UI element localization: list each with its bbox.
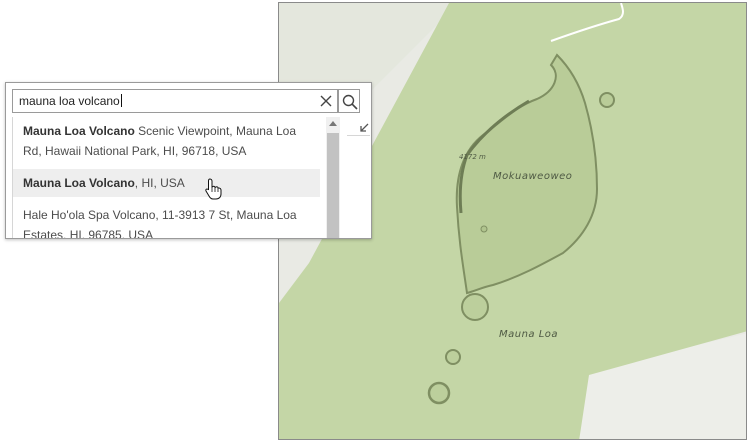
suggestion-text: Hale Ho'ola Spa Volcano, 11-3913 7 St, M… bbox=[23, 208, 297, 222]
scrollbar[interactable] bbox=[326, 117, 340, 238]
text-caret bbox=[120, 94, 122, 107]
hand-pointer-icon bbox=[205, 178, 222, 200]
suggestion-match: Mauna Loa Volcano bbox=[23, 176, 135, 190]
scroll-up-arrow-icon[interactable] bbox=[329, 121, 337, 126]
elevation-label: 4172 m bbox=[459, 153, 486, 161]
suggestion-text: Scenic Viewpoint, Mauna Loa bbox=[134, 124, 297, 138]
search-widget: mauna loa volcano Mauna Loa Volcano Scen… bbox=[5, 82, 372, 239]
clear-button[interactable] bbox=[317, 92, 335, 110]
suggestion-item[interactable]: Hale Ho'ola Spa Volcano, 11-3913 7 St, M… bbox=[13, 201, 320, 238]
pit-crater bbox=[445, 349, 461, 365]
pit-crater bbox=[427, 381, 451, 405]
pit-crater bbox=[480, 225, 488, 233]
pit-crater bbox=[461, 293, 489, 321]
expand-arrow-icon bbox=[360, 123, 369, 132]
suggestion-text: Rd, Hawaii National Park, HI, 96718, USA bbox=[23, 144, 247, 158]
suggestions-list: Mauna Loa Volcano Scenic Viewpoint, Maun… bbox=[12, 117, 341, 238]
suggestion-item[interactable]: Mauna Loa Volcano Scenic Viewpoint, Maun… bbox=[13, 117, 320, 165]
search-button[interactable] bbox=[338, 89, 360, 113]
divider bbox=[347, 135, 370, 136]
suggestion-text: Estates, HI, 96785, USA bbox=[23, 228, 154, 238]
summit-label: Mauna Loa bbox=[499, 329, 559, 340]
suggestion-match: Mauna Loa Volcano bbox=[23, 124, 135, 138]
caldera-label: Mokuaweoweo bbox=[493, 171, 573, 182]
scroll-thumb[interactable] bbox=[327, 133, 339, 238]
expand-button[interactable] bbox=[341, 117, 371, 137]
suggestion-text: , HI, USA bbox=[134, 176, 185, 190]
search-icon bbox=[342, 94, 358, 110]
search-input[interactable]: mauna loa volcano bbox=[12, 89, 338, 113]
suggestion-item-hovered[interactable]: Mauna Loa Volcano, HI, USA bbox=[13, 169, 320, 197]
close-icon bbox=[320, 95, 332, 107]
pit-crater bbox=[599, 92, 615, 108]
search-input-text[interactable]: mauna loa volcano bbox=[19, 94, 122, 108]
